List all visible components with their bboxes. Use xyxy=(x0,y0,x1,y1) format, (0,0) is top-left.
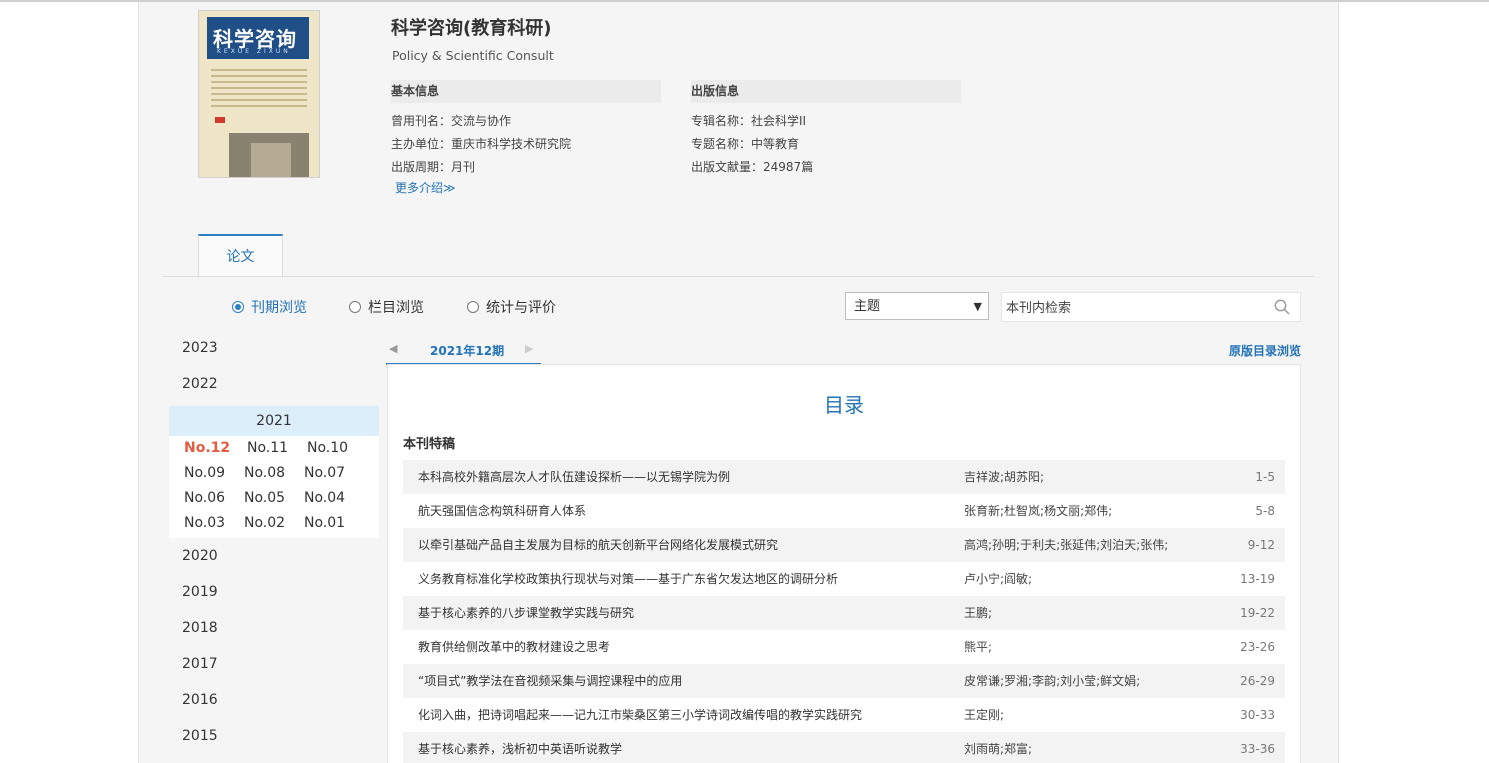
article-title-link[interactable]: 航天强国信念构筑科研育人体系 xyxy=(418,494,586,528)
issue-no10[interactable]: No.10 xyxy=(307,440,348,456)
cover-text-lines xyxy=(211,69,307,111)
chevron-down-icon: ▼ xyxy=(973,300,982,313)
radio-unchecked-icon xyxy=(349,301,361,313)
year-2023[interactable]: 2023 xyxy=(182,340,218,356)
issue-no04[interactable]: No.04 xyxy=(304,490,345,506)
issue-no02[interactable]: No.02 xyxy=(244,515,285,531)
issue-no03[interactable]: No.03 xyxy=(184,515,225,531)
article-row: 以牵引基础产品自主发展为目标的航天创新平台网络化发展模式研究 高鸿;孙明;于利夫… xyxy=(403,528,1285,562)
cover-building-graphic-2 xyxy=(251,143,291,177)
table-of-contents: 目录 本刊特稿 本科高校外籍高层次人才队伍建设探析——以无锡学院为例 吉祥波;胡… xyxy=(387,364,1301,763)
issue-no12[interactable]: No.12 xyxy=(184,440,230,456)
search-icon[interactable] xyxy=(1274,299,1290,315)
article-authors[interactable]: 王定刚; xyxy=(964,698,1004,732)
year-2019[interactable]: 2019 xyxy=(182,584,218,600)
article-pages: 1-5 xyxy=(1255,470,1275,484)
next-issue-arrow-icon[interactable]: ▶ xyxy=(525,342,533,355)
radio-unchecked-icon xyxy=(467,301,479,313)
article-authors[interactable]: 张育新;杜智岚;杨文丽;郑伟; xyxy=(964,494,1112,528)
search-box xyxy=(1001,292,1301,322)
current-issue-label: 2021年12期 xyxy=(430,344,505,358)
article-row: 本科高校外籍高层次人才队伍建设探析——以无锡学院为例 吉祥波;胡苏阳; 1-5 xyxy=(403,460,1285,494)
radio-stats-eval[interactable]: 统计与评价 xyxy=(467,298,556,318)
journal-title: 科学咨询(教育科研) xyxy=(391,18,552,39)
pub-info-row: 专辑名称：社会科学II xyxy=(691,114,807,128)
article-pages: 9-12 xyxy=(1247,538,1275,552)
article-title-link[interactable]: 教育供给侧改革中的教材建设之思考 xyxy=(418,630,610,664)
basic-info-row: 出版周期：月刊 xyxy=(391,160,476,174)
cover-pinyin: KEXUE ZIXUN xyxy=(217,48,291,55)
year-2018[interactable]: 2018 xyxy=(182,620,218,636)
issue-no06[interactable]: No.06 xyxy=(184,490,225,506)
article-pages: 13-19 xyxy=(1240,572,1275,586)
article-pages: 19-22 xyxy=(1240,606,1275,620)
year-2021-panel: 2021 No.12 No.11 No.10 No.09 No.08 No.07… xyxy=(169,406,379,538)
year-2021[interactable]: 2021 xyxy=(169,406,379,436)
radio-issue-browse[interactable]: 刊期浏览 xyxy=(232,298,307,318)
article-authors[interactable]: 王鹏; xyxy=(964,596,992,630)
article-title-link[interactable]: 化词入曲，把诗词唱起来——记九江市柴桑区第三小学诗词改编传唱的教学实践研究 xyxy=(418,698,862,732)
article-row: “项目式”教学法在音视频采集与调控课程中的应用 皮常谦;罗湘;李韵;刘小莹;鲜文… xyxy=(403,664,1285,698)
article-authors[interactable]: 吉祥波;胡苏阳; xyxy=(964,460,1044,494)
article-authors[interactable]: 刘雨萌;郑富; xyxy=(964,732,1032,763)
year-2017[interactable]: 2017 xyxy=(182,656,218,672)
tab-divider xyxy=(163,276,1314,277)
basic-info-row: 曾用刊名：交流与协作 xyxy=(391,114,512,128)
article-title-link[interactable]: 基于核心素养的八步课堂教学实践与研究 xyxy=(418,596,634,630)
issue-no07[interactable]: No.07 xyxy=(304,465,345,481)
issue-no01[interactable]: No.01 xyxy=(304,515,345,531)
year-2016[interactable]: 2016 xyxy=(182,692,218,708)
pub-info-row: 专题名称：中等教育 xyxy=(691,137,800,151)
article-title-link[interactable]: 基于核心素养，浅析初中英语听说教学 xyxy=(418,732,622,763)
article-pages: 33-36 xyxy=(1240,742,1275,756)
year-2022[interactable]: 2022 xyxy=(182,376,218,392)
tab-papers[interactable]: 论文 xyxy=(198,234,283,278)
issue-no08[interactable]: No.08 xyxy=(244,465,285,481)
toc-title: 目录 xyxy=(824,393,864,417)
radio-column-browse[interactable]: 栏目浏览 xyxy=(349,298,424,318)
pub-info-heading: 出版信息 xyxy=(691,80,961,103)
basic-info-row: 主办单位：重庆市科学技术研究院 xyxy=(391,137,572,151)
prev-issue-arrow-icon[interactable]: ◀ xyxy=(389,342,397,355)
article-pages: 5-8 xyxy=(1255,504,1275,518)
issue-no11[interactable]: No.11 xyxy=(247,440,288,456)
article-authors[interactable]: 高鸿;孙明;于利夫;张延伟;刘泊天;张伟; xyxy=(964,528,1168,562)
article-title-link[interactable]: 以牵引基础产品自主发展为目标的航天创新平台网络化发展模式研究 xyxy=(418,528,778,562)
more-intro-link[interactable]: 更多介绍≫ xyxy=(395,179,456,196)
article-title-link[interactable]: 义务教育标准化学校政策执行现状与对策——基于广东省欠发达地区的调研分析 xyxy=(418,562,838,596)
article-row: 航天强国信念构筑科研育人体系 张育新;杜智岚;杨文丽;郑伟; 5-8 xyxy=(403,494,1285,528)
article-title-link[interactable]: “项目式”教学法在音视频采集与调控课程中的应用 xyxy=(418,664,682,698)
article-pages: 26-29 xyxy=(1240,674,1275,688)
search-field-select[interactable]: 主题 ▼ xyxy=(845,292,989,320)
article-title-link[interactable]: 本科高校外籍高层次人才队伍建设探析——以无锡学院为例 xyxy=(418,460,730,494)
pub-info-row: 出版文献量：24987篇 xyxy=(691,160,814,174)
journal-page: 科学咨询 KEXUE ZIXUN 科学咨询(教育科研) Policy & Sci… xyxy=(138,2,1339,763)
journal-subtitle: Policy & Scientific Consult xyxy=(392,48,554,63)
article-row: 基于核心素养，浅析初中英语听说教学 刘雨萌;郑富; 33-36 xyxy=(403,732,1285,763)
issue-no05[interactable]: No.05 xyxy=(244,490,285,506)
year-2020[interactable]: 2020 xyxy=(182,548,218,564)
cover-title-band: 科学咨询 KEXUE ZIXUN xyxy=(207,17,309,59)
article-row: 教育供给侧改革中的教材建设之思考 熊平; 23-26 xyxy=(403,630,1285,664)
article-authors[interactable]: 卢小宁;阎敏; xyxy=(964,562,1032,596)
article-row: 化词入曲，把诗词唱起来——记九江市柴桑区第三小学诗词改编传唱的教学实践研究 王定… xyxy=(403,698,1285,732)
basic-info-heading: 基本信息 xyxy=(391,80,661,103)
article-row: 义务教育标准化学校政策执行现状与对策——基于广东省欠发达地区的调研分析 卢小宁;… xyxy=(403,562,1285,596)
article-pages: 30-33 xyxy=(1240,708,1275,722)
journal-cover-image[interactable]: 科学咨询 KEXUE ZIXUN xyxy=(198,10,320,178)
issue-no09[interactable]: No.09 xyxy=(184,465,225,481)
cover-red-mark xyxy=(215,117,225,123)
radio-checked-icon xyxy=(232,301,244,313)
article-pages: 23-26 xyxy=(1240,640,1275,654)
toc-section-title: 本刊特稿 xyxy=(403,437,456,452)
year-2015[interactable]: 2015 xyxy=(182,728,218,744)
article-authors[interactable]: 皮常谦;罗湘;李韵;刘小莹;鲜文娟; xyxy=(964,664,1140,698)
search-input[interactable] xyxy=(1002,294,1258,322)
article-row: 基于核心素养的八步课堂教学实践与研究 王鹏; 19-22 xyxy=(403,596,1285,630)
original-toc-link[interactable]: 原版目录浏览 xyxy=(1229,342,1301,359)
article-authors[interactable]: 熊平; xyxy=(964,630,992,664)
